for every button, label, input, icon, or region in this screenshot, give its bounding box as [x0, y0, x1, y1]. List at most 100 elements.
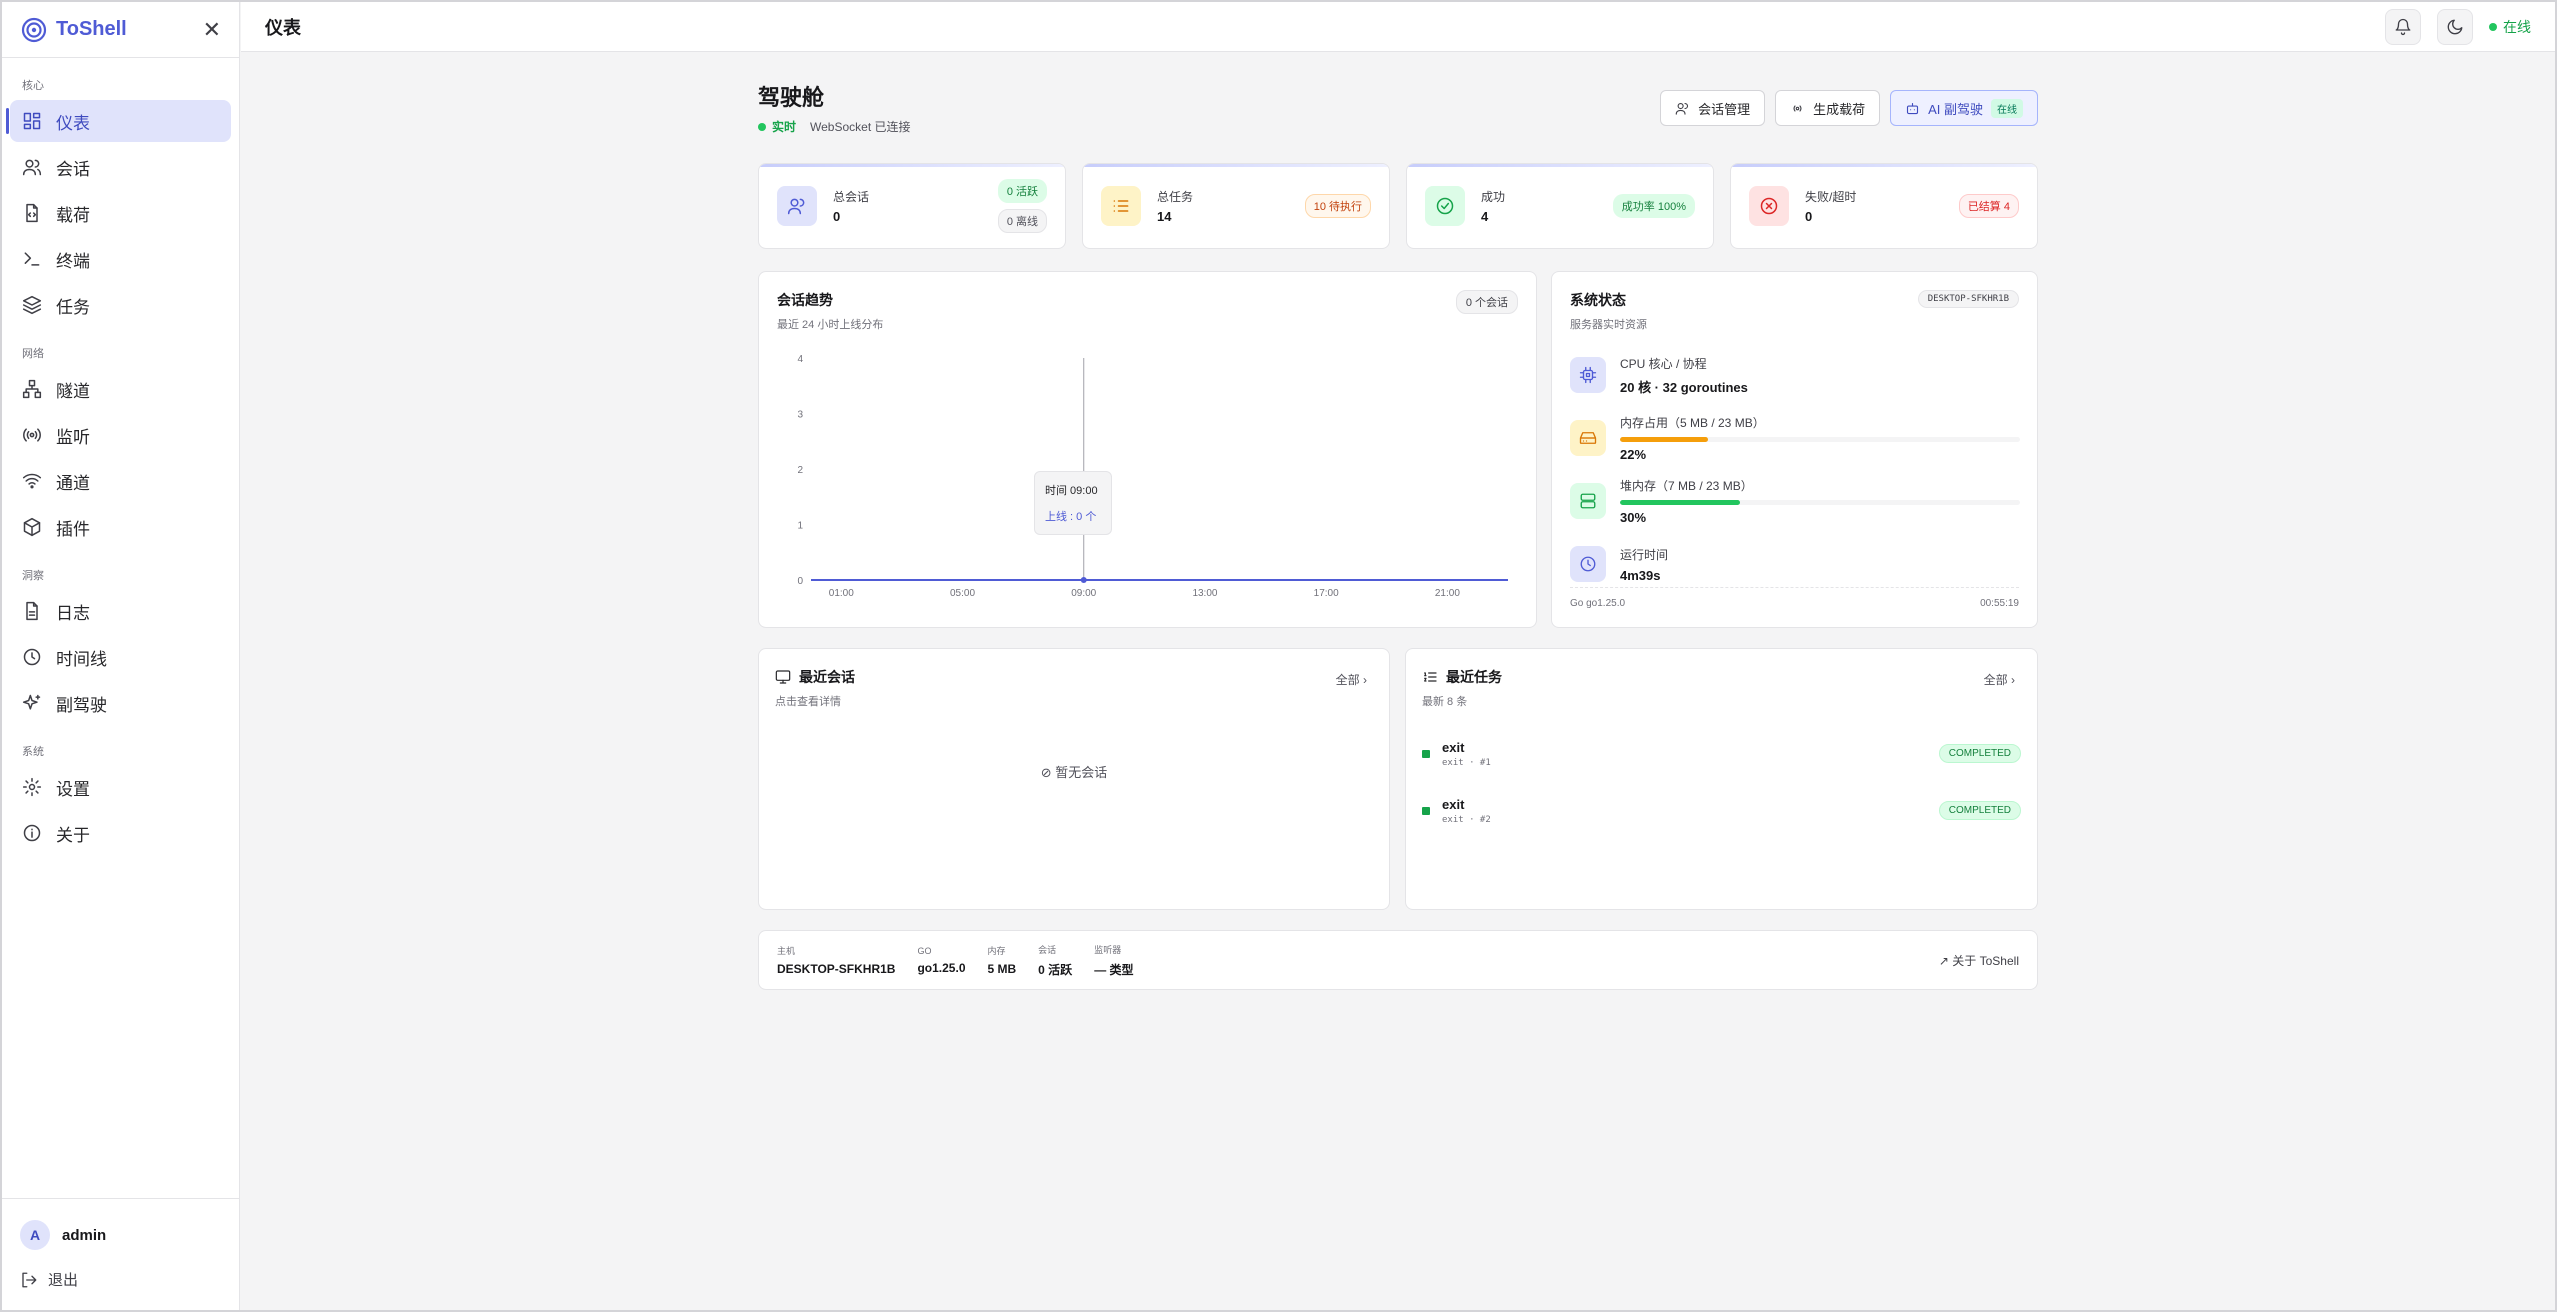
- close-icon[interactable]: ✕: [203, 17, 221, 43]
- stat-label: 总会话: [833, 190, 870, 204]
- cockpit-title: 驾驶舱: [758, 85, 825, 110]
- document-icon: [26, 601, 38, 621]
- user-row[interactable]: A admin: [20, 1219, 221, 1251]
- footer-memory-label: 内存: [987, 946, 1006, 956]
- stat-value: 4: [1481, 209, 1489, 224]
- y-tick-label: 2: [797, 465, 803, 476]
- page-title: 仪表: [265, 17, 301, 38]
- task-name: exit: [1442, 739, 1465, 755]
- sidebar-item-channels[interactable]: 通道: [10, 460, 231, 502]
- x-tick-label: 13:00: [1192, 588, 1217, 599]
- package-icon: [23, 517, 41, 537]
- sidebar-item-timeline[interactable]: 时间线: [10, 636, 231, 678]
- logout-button[interactable]: 退出: [20, 1269, 221, 1290]
- realtime-status: 实时 WebSocket 已连接: [758, 118, 911, 135]
- footer-sessions: 会话 0 活跃: [1038, 943, 1072, 978]
- memory-row: 内存占用（5 MB / 23 MB） 22%: [1570, 413, 2020, 463]
- sidebar-item-payloads[interactable]: 载荷: [10, 192, 231, 234]
- sidebar-item-dashboard[interactable]: 仪表: [6, 100, 231, 142]
- footer-go: GO go1.25.0: [917, 946, 965, 975]
- connection-status-label: 在线: [2503, 18, 2531, 35]
- sidebar-item-logs[interactable]: 日志: [10, 590, 231, 632]
- uptime-value: 4m39s: [1620, 567, 1661, 583]
- view-all-label: 全部: [1983, 673, 2008, 687]
- sidebar-item-label: 时间线: [56, 649, 107, 669]
- heap-bar-fill: [1620, 500, 1740, 505]
- users-icon: [1675, 102, 1689, 115]
- radio-icon: [23, 428, 41, 442]
- moon-icon: [2447, 19, 2463, 34]
- sidebar-item-plugins[interactable]: 插件: [10, 506, 231, 548]
- stat-value: 14: [1157, 209, 1172, 224]
- websocket-status: WebSocket 已连接: [810, 120, 911, 134]
- sidebar-item-listeners[interactable]: 监听: [10, 414, 231, 456]
- list-icon: [1101, 186, 1141, 226]
- sidebar-item-label: 隧道: [56, 381, 90, 401]
- about-link-label: 关于 ToShell: [1952, 953, 2019, 968]
- memory-bar-fill: [1620, 437, 1708, 442]
- wifi-icon: [22, 473, 42, 489]
- sidebar-item-about[interactable]: 关于: [10, 812, 231, 854]
- success-rate-badge: 成功率 100%: [1612, 194, 1695, 218]
- live-label: 实时: [772, 120, 797, 134]
- task-list: exit exit · #1 COMPLETED exit exit · #2 CO…: [1422, 725, 2021, 839]
- live-indicator: 实时: [758, 118, 796, 135]
- sidebar-item-sessions[interactable]: 会话: [10, 146, 231, 188]
- stat-card-failed[interactable]: 失败/超时 0 已结算 4: [1730, 163, 2038, 249]
- y-tick-label: 1: [797, 521, 803, 532]
- settled-badge: 已结算 4: [1958, 194, 2019, 218]
- x-tick-label: 09:00: [1071, 588, 1096, 599]
- trend-subtitle: 最近 24 小时上线分布: [777, 319, 884, 331]
- stat-card-success[interactable]: 成功 4 成功率 100%: [1406, 163, 1714, 249]
- view-all-label: 全部: [1335, 673, 1360, 687]
- system-subtitle: 服务器实时资源: [1570, 319, 1647, 331]
- sidebar-item-terminal[interactable]: 终端: [10, 238, 231, 280]
- footer-memory-value: 5 MB: [987, 962, 1017, 976]
- sidebar-item-label: 终端: [56, 251, 90, 271]
- recent-sessions-card: 最近会话 点击查看详情 全部 › ⊘ 暂无会话: [758, 648, 1390, 910]
- stat-badges: 10 待执行: [1304, 194, 1371, 218]
- footer-memory: 内存 5 MB: [988, 944, 1017, 976]
- task-row[interactable]: exit exit · #1 COMPLETED: [1422, 725, 2021, 782]
- sidebar-item-settings[interactable]: 设置: [10, 766, 231, 808]
- x-tick-label: 05:00: [950, 588, 975, 599]
- trend-chart[interactable]: 0 1 2 3 4 01:00 05:00 09:00 13:00 17:00 21:00: [775, 350, 1520, 610]
- tasks-view-all-link[interactable]: 全部 ›: [1984, 671, 2015, 688]
- cpu-label: CPU 核心 / 协程: [1620, 356, 1707, 371]
- recent-tasks-title-label: 最近任务: [1446, 669, 1502, 685]
- logout-label: 退出: [48, 1272, 79, 1289]
- ai-copilot-label: AI 副驾驶: [1928, 101, 1983, 117]
- wifi-off-icon: ⊘: [1040, 765, 1052, 780]
- ai-copilot-button[interactable]: AI 副驾驶 在线: [1890, 90, 2038, 126]
- status-badge: COMPLETED: [1938, 801, 2021, 820]
- sidebar-item-label: 插件: [56, 519, 90, 539]
- user-name: admin: [62, 1226, 107, 1244]
- sidebar-item-copilot[interactable]: 副驾驶: [10, 682, 231, 724]
- sidebar-item-tunnels[interactable]: 隧道: [10, 368, 231, 410]
- sidebar-item-tasks[interactable]: 任务: [10, 284, 231, 326]
- sessions-view-all-link[interactable]: 全部 ›: [1336, 671, 1367, 688]
- stat-label: 失败/超时: [1805, 190, 1857, 204]
- stat-card-sessions[interactable]: 总会话 0 0 活跃 0 离线: [758, 163, 1066, 249]
- session-management-button[interactable]: 会话管理: [1660, 90, 1766, 126]
- generate-payload-label: 生成载荷: [1813, 101, 1866, 117]
- empty-sessions-label: 暂无会话: [1055, 765, 1108, 780]
- about-link[interactable]: ↗ 关于 ToShell: [1939, 952, 2019, 969]
- heap-label: 堆内存（7 MB / 23 MB）: [1620, 479, 1753, 493]
- footer-listener-value: — 类型: [1094, 962, 1134, 977]
- server-icon: [1570, 483, 1606, 519]
- notifications-button[interactable]: [2385, 8, 2421, 45]
- task-row[interactable]: exit exit · #2 COMPLETED: [1422, 782, 2021, 839]
- y-tick-label: 0: [797, 576, 803, 587]
- layers-icon: [22, 295, 42, 315]
- y-tick-label: 3: [797, 410, 803, 421]
- server-clock: 00:55:19: [1980, 598, 2019, 609]
- go-version: Go go1.25.0: [1570, 598, 1626, 609]
- theme-toggle-button[interactable]: [2437, 8, 2473, 45]
- bell-icon: [2395, 18, 2411, 35]
- header-actions: 会话管理 生成载荷 AI 副驾驶 在线: [1660, 90, 2038, 126]
- generate-payload-button[interactable]: 生成载荷: [1775, 90, 1881, 126]
- radio-icon: [1793, 104, 1802, 112]
- heap-bar: [1620, 500, 2020, 505]
- stat-card-tasks[interactable]: 总任务 14 10 待执行: [1082, 163, 1390, 249]
